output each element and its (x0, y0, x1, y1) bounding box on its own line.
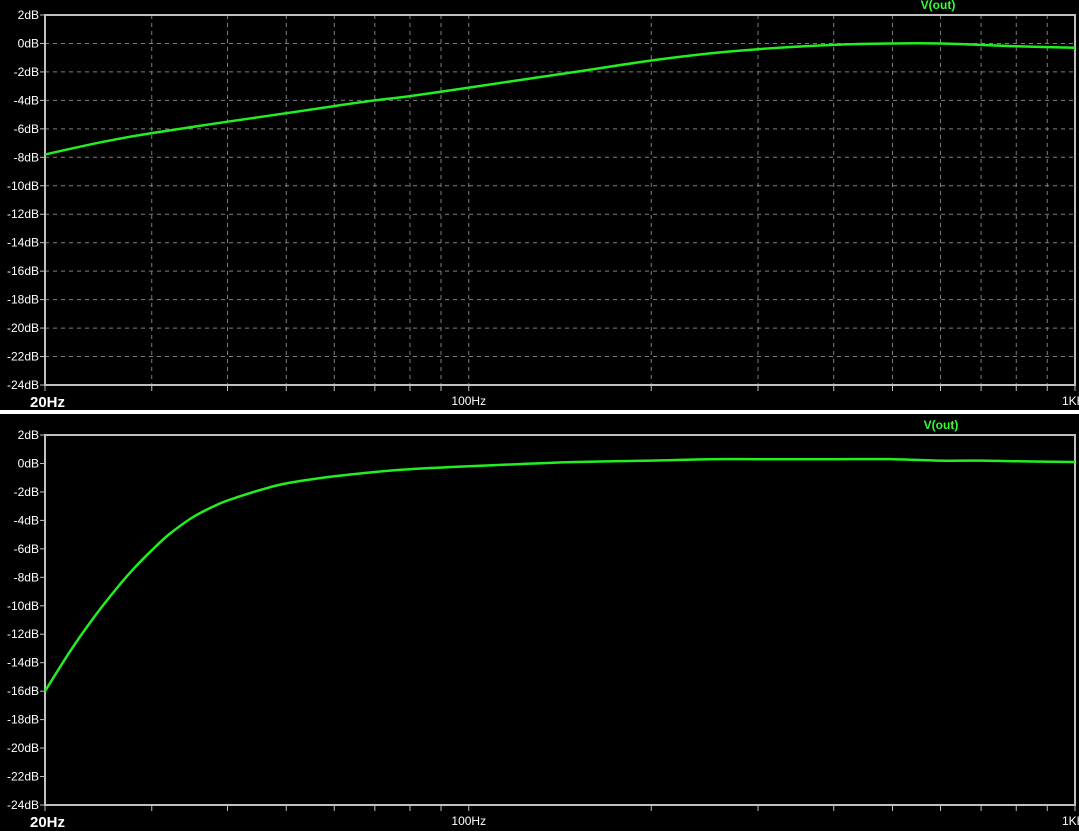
x-tick-label-start: 20Hz (30, 394, 65, 411)
chart-bottom: 2dB 0dB -2dB -4dB -6dB -8dB -10dB -12dB -14dB -16… (7, 418, 1079, 831)
trace-vout (43, 457, 1076, 692)
y-tick-label: -8dB (14, 150, 39, 164)
y-tick-label: -10dB (7, 179, 39, 193)
y-tick-label: -6dB (14, 542, 39, 556)
grid (45, 15, 1075, 385)
chart-top: 2dB 0dB -2dB -4dB -6dB -8dB -10dB -12dB -14dB -16… (7, 0, 1079, 411)
y-tick-label: -24dB (7, 798, 39, 812)
y-axis: 2dB 0dB -2dB -4dB -6dB -8dB -10dB -12dB -14dB -16… (7, 8, 45, 392)
y-tick-label: -16dB (7, 264, 39, 278)
x-axis: 20Hz 100Hz 1KH (30, 385, 1079, 411)
y-tick-label: 0dB (18, 456, 39, 470)
y-tick-label: -18dB (7, 713, 39, 727)
y-tick-label: -20dB (7, 321, 39, 335)
plot-frame (44, 434, 1076, 806)
x-tick-label-end: 1KHz (1062, 814, 1079, 828)
y-tick-label: -4dB (14, 513, 39, 527)
y-tick-label: -12dB (7, 207, 39, 221)
y-tick-label: -8dB (14, 570, 39, 584)
x-tick-label-mid: 100Hz (451, 394, 486, 408)
plot-pane-bottom[interactable]: 2dB 0dB -2dB -4dB -6dB -8dB -10dB -12dB -14dB -16… (0, 415, 1079, 831)
y-tick-label: -2dB (14, 485, 39, 499)
y-tick-label: -22dB (7, 350, 39, 364)
x-axis: 20Hz 100Hz 1KHz (30, 805, 1079, 831)
y-axis: 2dB 0dB -2dB -4dB -6dB -8dB -10dB -12dB -14dB -16… (7, 428, 45, 812)
y-tick-label: 2dB (18, 428, 39, 442)
y-tick-label: -20dB (7, 741, 39, 755)
y-tick-label: -22dB (7, 770, 39, 784)
y-tick-label: 2dB (18, 8, 39, 22)
pane-divider[interactable] (0, 410, 1079, 414)
x-tick-label-start: 20Hz (30, 814, 65, 831)
legend-trace-name: V(out) (921, 0, 956, 12)
y-tick-label: -14dB (7, 236, 39, 250)
x-tick-label-mid: 100Hz (451, 814, 486, 828)
y-tick-label: -6dB (14, 122, 39, 136)
trace-vout (44, 42, 1076, 156)
y-tick-label: -4dB (14, 93, 39, 107)
y-tick-label: -2dB (14, 65, 39, 79)
x-tick-label-end: 1KH (1062, 394, 1079, 408)
plot-pane-top[interactable]: 2dB 0dB -2dB -4dB -6dB -8dB -10dB -12dB -14dB -16… (0, 0, 1079, 411)
y-tick-label: -12dB (7, 627, 39, 641)
y-tick-label: -24dB (7, 378, 39, 392)
y-tick-label: -16dB (7, 684, 39, 698)
y-tick-label: -18dB (7, 293, 39, 307)
y-tick-label: -14dB (7, 656, 39, 670)
plot-frame (44, 14, 1076, 386)
y-tick-label: 0dB (18, 36, 39, 50)
y-tick-label: -10dB (7, 599, 39, 613)
legend-trace-name: V(out) (924, 418, 959, 432)
